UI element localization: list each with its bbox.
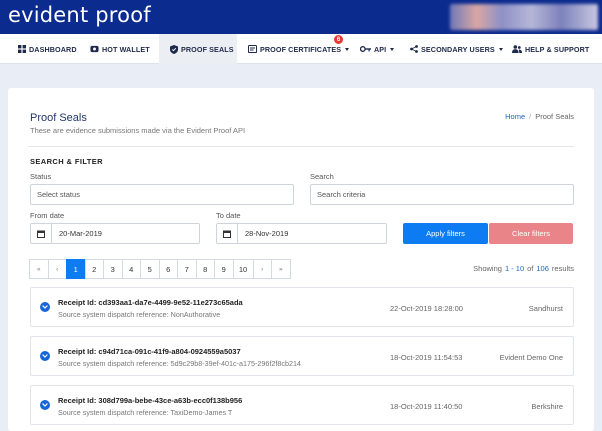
dispatch-reference: Source system dispatch reference: 5d9c29… xyxy=(58,359,301,368)
table-row[interactable]: Receipt Id: c94d71ca-091c-41f9-a804-0924… xyxy=(30,336,574,376)
nav-api[interactable]: API xyxy=(360,34,395,64)
chevron-down-icon[interactable] xyxy=(40,400,50,410)
pagination-page-2[interactable]: 2 xyxy=(84,259,104,279)
chevron-down-icon xyxy=(498,47,503,51)
receipt-id: Receipt Id: cd393aa1-da7e-4499-9e52-11e2… xyxy=(58,298,243,307)
pagination: « ‹ 1 2 3 4 5 6 7 8 9 10 › » xyxy=(29,259,291,279)
brand-logo[interactable]: evident proof xyxy=(8,3,151,27)
pagination-page-7[interactable]: 7 xyxy=(177,259,197,279)
nav-secondary-users-label: SECONDARY USERS xyxy=(421,44,495,54)
receipt-location: Evident Demo One xyxy=(499,353,563,362)
nav-help-support-label: HELP & SUPPORT xyxy=(525,44,590,54)
nav-secondary-users[interactable]: SECONDARY USERS xyxy=(409,34,503,64)
receipt-date: 22-Oct-2019 18:28:00 xyxy=(390,304,463,313)
users-icon xyxy=(512,45,522,54)
receipt-id: Receipt Id: 308d799a-bebe-43ce-a63b-ecc0… xyxy=(58,396,243,405)
pagination-prev[interactable]: ‹ xyxy=(47,259,67,279)
nav-dashboard[interactable]: DASHBOARD xyxy=(17,34,77,64)
filter-section-title: SEARCH & FILTER xyxy=(30,157,103,166)
results-total: 106 xyxy=(536,264,549,273)
key-icon xyxy=(360,45,371,54)
chevron-down-icon[interactable] xyxy=(40,351,50,361)
search-input[interactable]: Search criteria xyxy=(310,184,574,205)
pagination-page-10[interactable]: 10 xyxy=(232,259,254,279)
breadcrumb: Home / Proof Seals xyxy=(505,112,574,121)
from-date-input[interactable]: 20-Mar-2019 xyxy=(30,223,200,244)
receipt-id: Receipt Id: c94d71ca-091c-41f9-a804-0924… xyxy=(58,347,241,356)
nav-help-support[interactable]: HELP & SUPPORT xyxy=(512,34,589,64)
pagination-page-3[interactable]: 3 xyxy=(103,259,123,279)
receipt-date: 18-Oct-2019 11:40:50 xyxy=(390,402,463,411)
pagination-page-9[interactable]: 9 xyxy=(214,259,234,279)
chevron-down-icon xyxy=(345,47,350,51)
pagination-page-4[interactable]: 4 xyxy=(121,259,141,279)
results-count: Showing 1 - 10 of 106 results xyxy=(473,264,574,273)
pagination-first[interactable]: « xyxy=(29,259,49,279)
pagination-next[interactable]: › xyxy=(252,259,272,279)
breadcrumb-current: Proof Seals xyxy=(535,112,574,121)
dashboard-icon xyxy=(17,45,26,54)
nav-proof-seals-label: PROOF SEALS xyxy=(181,44,234,54)
results-range: 1 - 10 xyxy=(504,264,525,273)
table-row[interactable]: Receipt Id: 308d799a-bebe-43ce-a63b-ecc0… xyxy=(30,385,574,425)
proof-seals-card: Proof Seals These are evidence submissio… xyxy=(8,88,594,431)
receipt-date: 18-Oct-2019 11:54:53 xyxy=(390,353,463,362)
pagination-page-1[interactable]: 1 xyxy=(66,259,86,279)
calendar-icon[interactable] xyxy=(31,224,52,243)
chevron-down-icon xyxy=(390,47,395,51)
status-select-value: Select status xyxy=(37,190,80,199)
chevron-down-icon[interactable] xyxy=(40,302,50,312)
receipt-location: Berkshire xyxy=(531,402,563,411)
status-select[interactable]: Select status xyxy=(30,184,294,205)
nav-hot-wallet-label: HOT WALLET xyxy=(102,44,150,54)
dispatch-reference: Source system dispatch reference: TaxiDe… xyxy=(58,408,233,417)
pagination-page-5[interactable]: 5 xyxy=(140,259,160,279)
search-input-placeholder: Search criteria xyxy=(317,190,366,199)
main-nav: DASHBOARD HOT WALLET PROOF SEALS PROOF C… xyxy=(0,34,602,64)
header-divider xyxy=(28,146,574,147)
wallet-icon xyxy=(90,45,99,54)
search-label: Search xyxy=(310,172,334,181)
from-date-value: 20-Mar-2019 xyxy=(59,229,102,238)
to-date-value: 28-Nov-2019 xyxy=(245,229,289,238)
apply-filters-button[interactable]: Apply filters xyxy=(403,223,488,244)
dispatch-reference: Source system dispatch reference: NonAut… xyxy=(58,310,221,319)
user-account-blurred[interactable] xyxy=(450,4,598,30)
breadcrumb-separator: / xyxy=(529,112,532,121)
nav-hot-wallet[interactable]: HOT WALLET xyxy=(90,34,150,64)
nav-proof-seals[interactable]: PROOF SEALS xyxy=(159,34,237,64)
nav-dashboard-label: DASHBOARD xyxy=(29,44,77,54)
results-suffix: results xyxy=(551,264,574,273)
top-bar: evident proof xyxy=(0,0,602,34)
receipt-location: Sandhurst xyxy=(528,304,563,313)
certificate-icon xyxy=(248,45,257,54)
results-showing: Showing xyxy=(473,264,502,273)
calendar-icon[interactable] xyxy=(217,224,238,243)
pagination-page-6[interactable]: 6 xyxy=(158,259,178,279)
nav-api-label: API xyxy=(374,44,387,54)
notification-badge: 6 xyxy=(334,35,343,44)
share-icon xyxy=(409,45,418,54)
from-date-label: From date xyxy=(30,211,65,220)
breadcrumb-home-link[interactable]: Home xyxy=(505,112,525,121)
page-title: Proof Seals xyxy=(30,112,87,124)
pagination-page-8[interactable]: 8 xyxy=(195,259,215,279)
results-of: of xyxy=(527,264,534,273)
clear-filters-button[interactable]: Clear filters xyxy=(489,223,573,244)
nav-proof-certificates-label: PROOF CERTIFICATES xyxy=(260,44,342,54)
status-label: Status xyxy=(30,172,52,181)
to-date-label: To date xyxy=(216,211,241,220)
table-row[interactable]: Receipt Id: cd393aa1-da7e-4499-9e52-11e2… xyxy=(30,287,574,327)
pagination-last[interactable]: » xyxy=(271,259,291,279)
page-subtitle: These are evidence submissions made via … xyxy=(30,126,246,135)
to-date-input[interactable]: 28-Nov-2019 xyxy=(216,223,387,244)
shield-icon xyxy=(169,44,178,54)
